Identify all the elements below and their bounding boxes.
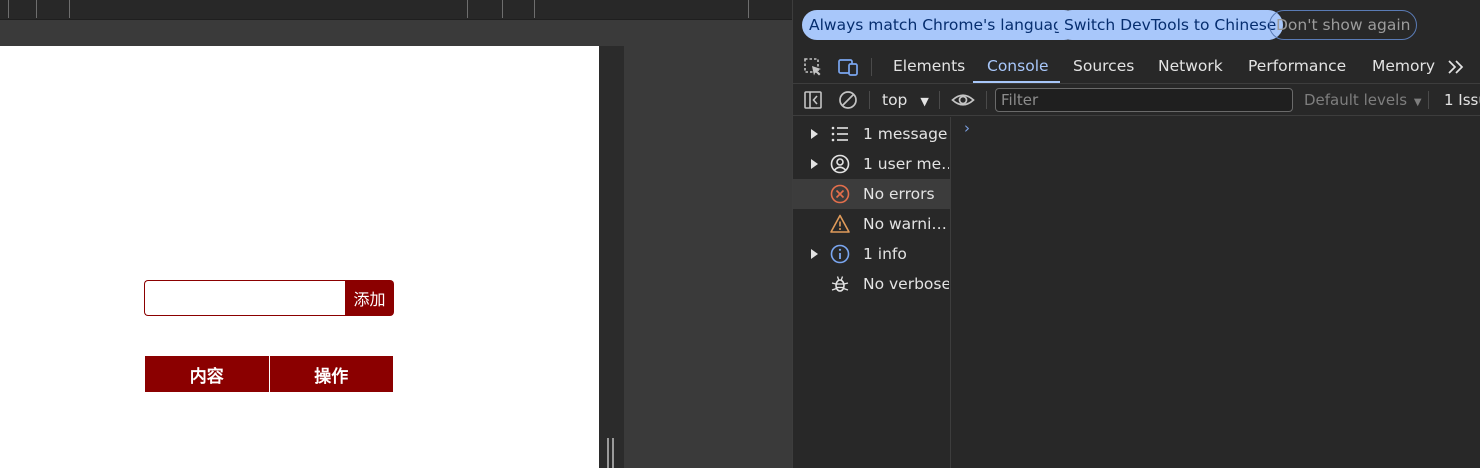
toolbar-separator [986,91,987,109]
toolbar-separator [939,91,940,109]
toolbar-separator [871,58,872,76]
sidebar-item-label: No errors [863,185,935,203]
active-tab-indicator [973,81,1060,83]
tab-performance[interactable]: Performance [1248,50,1346,84]
sidebar-item-user-messages[interactable]: 1 user me… [793,149,950,179]
console-toolbar: top ▼ Default levels ▼ 1 Issu [793,84,1480,116]
toolbar-separator [1428,91,1429,109]
expand-arrow-icon [811,159,818,169]
ruler-tick [467,0,468,18]
log-levels-select[interactable]: Default levels ▼ [1304,89,1422,114]
filter-input[interactable] [995,88,1293,112]
more-tabs-icon[interactable] [1445,56,1467,78]
tab-network[interactable]: Network [1158,50,1223,84]
live-expression-eye-icon[interactable] [951,89,975,111]
page-viewport: 添加 内容 操作 [0,46,599,468]
tab-sources[interactable]: Sources [1073,50,1134,84]
ruler-tick [748,0,749,18]
sidebar-item-info[interactable]: 1 info [793,239,950,269]
sidebar-item-label: 1 user me… [863,155,949,173]
sidebar-item-label: No warni… [863,215,947,233]
console-output[interactable]: › [952,117,1480,468]
context-value: top [882,91,908,109]
error-icon [830,184,850,204]
inspect-element-icon[interactable] [802,56,824,78]
sidebar-item-verbose[interactable]: No verbose [793,269,950,299]
ruler-tick [69,0,70,18]
table-header-row: 内容 操作 [145,356,393,392]
sidebar-item-warnings[interactable]: No warni… [793,209,950,239]
sidebar-item-messages[interactable]: 1 message [793,119,950,149]
table-header-action: 操作 [269,356,393,392]
dropdown-arrow-icon: ▼ [920,95,929,108]
console-sidebar: 1 message 1 user me… No errors No warni…… [793,117,951,468]
dont-show-again-button[interactable]: Don't show again [1269,10,1418,40]
log-levels-value: Default levels [1304,91,1408,109]
sidebar-item-label: No verbose [863,275,949,293]
device-toolbar-icon[interactable] [837,56,859,78]
user-icon [830,154,850,174]
viewport-gutter [599,46,624,468]
dropdown-arrow-icon: ▼ [1413,97,1422,108]
tab-memory[interactable]: Memory [1372,50,1435,84]
list-icon [831,126,848,142]
info-icon [830,244,850,264]
expand-arrow-icon [811,129,818,139]
issues-counter[interactable]: 1 Issu [1444,89,1480,111]
expand-arrow-icon [811,249,818,259]
context-select[interactable]: top ▼ [882,89,929,111]
tab-console[interactable]: Console [987,50,1049,84]
sidebar-toggle-icon[interactable] [802,89,824,111]
match-language-button[interactable]: Always match Chrome's language [802,10,1080,40]
table-header-content: 内容 [145,356,270,392]
bug-icon [831,276,849,292]
language-infobar: Always match Chrome's language Switch De… [793,0,1480,50]
sidebar-item-errors[interactable]: No errors [793,179,950,209]
devtools-panel: Always match Chrome's language Switch De… [792,0,1480,468]
sidebar-item-label: 1 message [863,125,948,143]
add-button[interactable]: 添加 [345,280,394,316]
clear-console-icon[interactable] [837,89,859,111]
device-ruler [0,0,792,20]
tab-elements[interactable]: Elements [893,50,965,84]
resize-handle[interactable] [607,438,616,468]
toolbar-separator [869,91,870,109]
devtools-tabbar: Elements Console Sources Network Perform… [793,50,1480,84]
ruler-tick [36,0,37,18]
warning-icon [830,214,850,233]
switch-chinese-button[interactable]: Switch DevTools to Chinese [1057,10,1284,40]
todo-table: 内容 操作 [145,356,393,392]
ruler-tick [534,0,535,18]
console-prompt: › [964,119,970,137]
ruler-tick [502,0,503,18]
ruler-tick [8,0,9,18]
todo-input[interactable] [144,280,346,316]
sidebar-item-label: 1 info [863,245,907,263]
